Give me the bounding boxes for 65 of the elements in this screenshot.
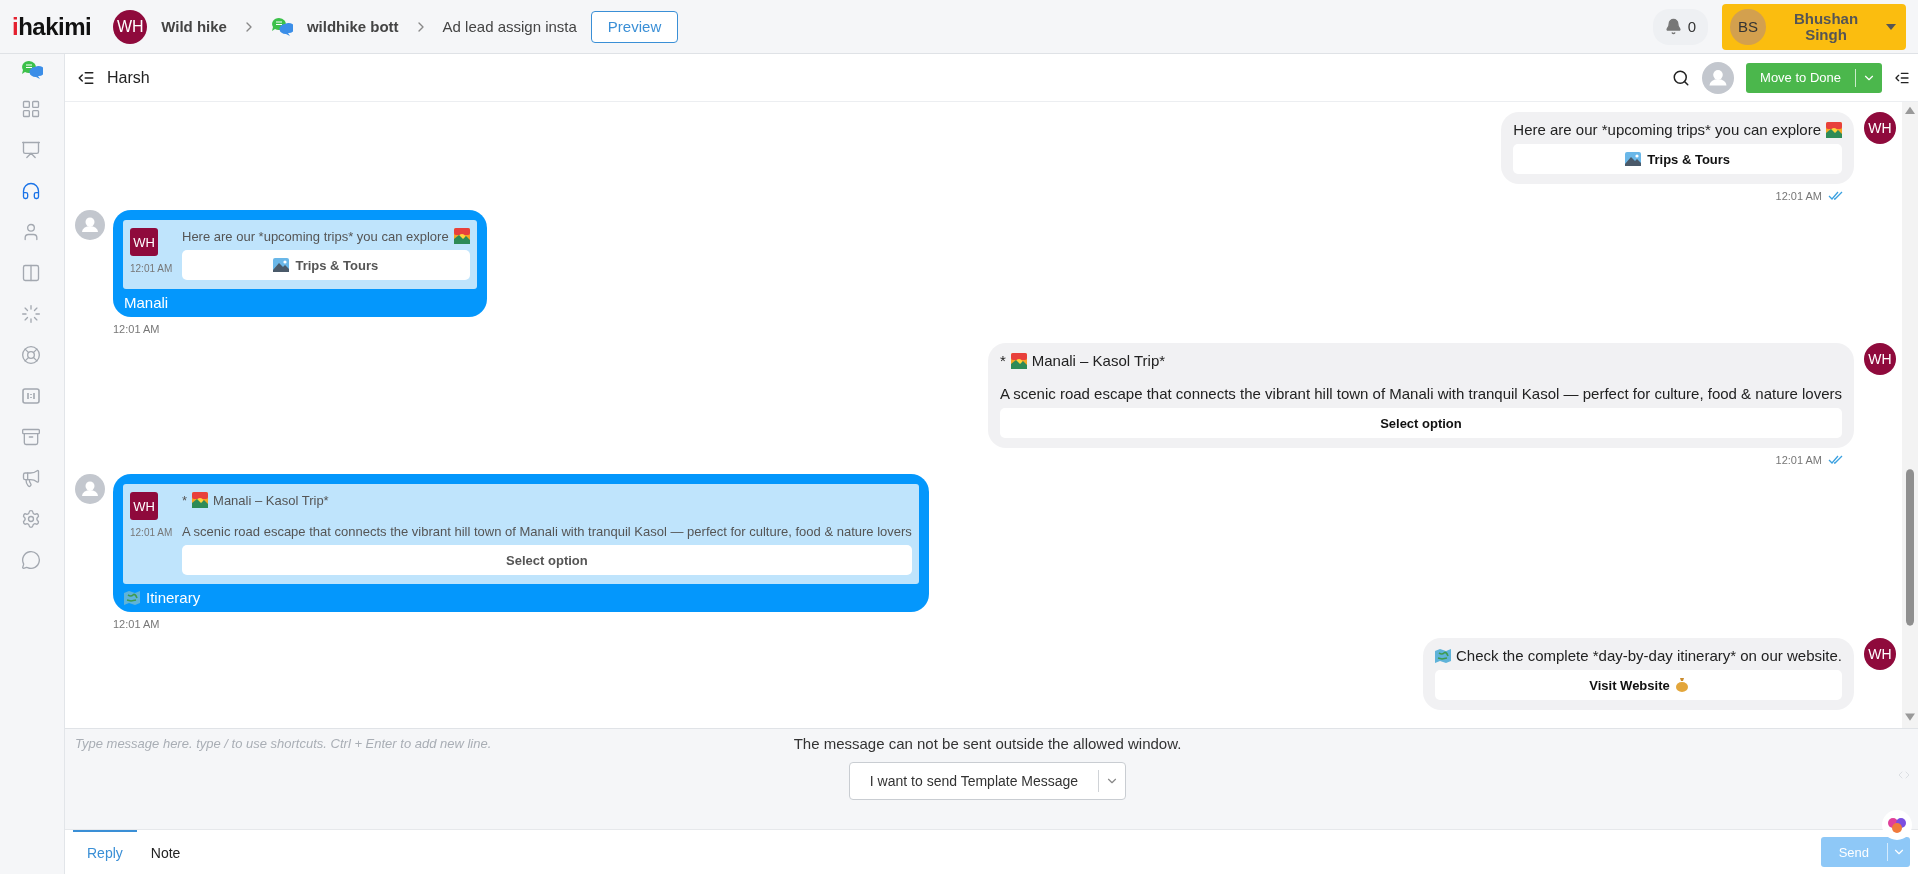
option-button[interactable]: Select option xyxy=(182,545,912,575)
message-time: 12:01 AM xyxy=(113,618,160,630)
message-text: Check the complete *day-by-day itinerary* on our website. xyxy=(1455,647,1842,664)
workspace-avatar: WH xyxy=(113,9,148,44)
sender-avatar: WH xyxy=(130,492,158,520)
message-text: A scenic road escape that connects the vibrant hill town of Manali with tranquil Kasol — perfect for culture, food & nature lovers xyxy=(999,385,1842,402)
reply-text: Itinerary xyxy=(146,589,201,606)
message-time: 12:01 AM xyxy=(1775,190,1822,202)
chat-bubbles-icon xyxy=(21,60,43,80)
notification-count: 0 xyxy=(1687,18,1696,35)
message-time: 12:01 AM xyxy=(113,323,160,335)
option-button[interactable]: Trips & Tours xyxy=(182,250,470,280)
sidebar-item[interactable] xyxy=(21,550,43,572)
sender-avatar: WH xyxy=(1864,638,1896,670)
map-icon xyxy=(124,590,140,605)
message-text: Here are our *upcoming trips* you can explore xyxy=(182,228,449,244)
option-button[interactable]: Visit Website xyxy=(1434,670,1842,700)
sunrise-icon xyxy=(1010,352,1027,369)
message-text: A scenic road escape that connects the vibrant hill town of Manali with tranquil Kasol — perfect for culture, food & nature lovers xyxy=(182,524,912,539)
sunrise-icon xyxy=(453,228,470,244)
brain-icon[interactable] xyxy=(1882,810,1912,840)
user-menu[interactable]: BS Bhushan Singh xyxy=(1722,3,1906,50)
message-time: 12:01 AM xyxy=(130,527,174,538)
workspace-name[interactable]: Wild hike xyxy=(161,18,227,35)
search-icon[interactable] xyxy=(1672,68,1691,87)
bot-name[interactable]: wildhike bott xyxy=(306,18,399,35)
message-time: 12:01 AM xyxy=(130,263,174,274)
notifications-button[interactable]: 0 xyxy=(1652,8,1708,45)
flow-name[interactable]: Ad lead assign insta xyxy=(442,18,577,35)
landscape-icon xyxy=(1625,152,1642,166)
option-button[interactable]: Trips & Tours xyxy=(1513,144,1842,174)
contact-name: Harsh xyxy=(107,68,150,87)
message-time: 12:01 AM xyxy=(1775,454,1822,466)
scrollbar[interactable] xyxy=(1902,102,1918,728)
sidebar-item[interactable] xyxy=(21,345,43,367)
composer-tab[interactable]: Note xyxy=(136,830,195,874)
composer-tab[interactable]: Reply xyxy=(73,830,137,874)
sender-avatar: WH xyxy=(1864,343,1896,375)
sender-avatar: WH xyxy=(1864,112,1896,144)
user-avatar: BS xyxy=(1730,8,1766,45)
message-input[interactable]: Type message here. type / to use shortcuts. Ctrl + Enter to add new line. xyxy=(73,735,577,752)
message-title: Manali – Kasol Trip* xyxy=(1031,352,1166,369)
landscape-icon xyxy=(273,258,290,272)
option-button[interactable]: Select option xyxy=(999,408,1842,438)
map-icon xyxy=(1434,648,1451,663)
contact-avatar xyxy=(75,210,105,240)
title-prefix: * xyxy=(182,492,188,508)
sunrise-icon xyxy=(192,492,209,508)
sender-avatar: WH xyxy=(130,228,158,256)
title-prefix: * xyxy=(999,352,1006,369)
window-notice: The message can not be sent outside the allowed window. xyxy=(793,735,1182,752)
sidebar-item[interactable] xyxy=(21,304,43,326)
chat-bubbles-icon xyxy=(270,16,293,37)
brand-logo[interactable]: ihakimi xyxy=(12,12,92,41)
caret-icon xyxy=(1886,23,1896,30)
code-icon[interactable] xyxy=(1898,769,1910,781)
sunrise-icon xyxy=(1826,121,1842,138)
contact-avatar xyxy=(75,474,105,504)
money-bag-icon xyxy=(1675,678,1688,692)
contact-avatar[interactable] xyxy=(1702,61,1735,94)
template-message-button[interactable]: I want to send Template Message xyxy=(848,762,1127,800)
message-text: Here are our *upcoming trips* you can explore xyxy=(1513,121,1821,138)
reply-text: Manali xyxy=(124,294,169,311)
message-title: Manali – Kasol Trip* xyxy=(213,492,329,508)
bell-icon xyxy=(1664,18,1682,35)
